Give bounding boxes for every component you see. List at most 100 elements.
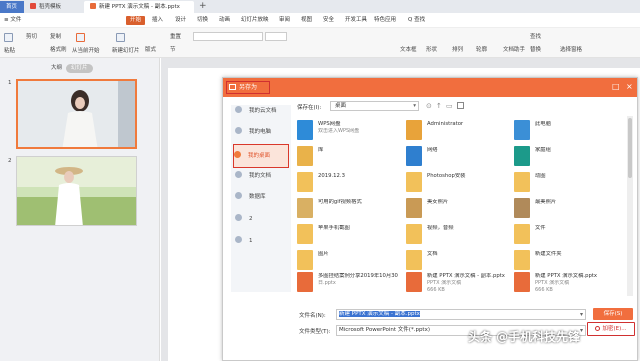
font-family-select[interactable]: [193, 32, 263, 41]
layout-button[interactable]: 版式: [145, 45, 156, 53]
pptx-file-icon: [297, 272, 313, 292]
file-item[interactable]: 新建 PPTX 演示文稿 - 副本.pptx PPTX 演示文稿 666 KB: [406, 270, 514, 296]
menu-file[interactable]: ≡ 文件: [4, 16, 21, 25]
menu-find[interactable]: Q 查找: [408, 16, 425, 25]
file-name: 动图: [535, 173, 546, 179]
format-painter-button[interactable]: 格式刷: [50, 45, 67, 53]
menu-insert[interactable]: 插入: [152, 16, 163, 25]
menu-home[interactable]: 开始: [126, 16, 146, 25]
documents-icon: [235, 171, 242, 178]
file-item[interactable]: 可用的gif视频格式: [297, 196, 405, 222]
file-type: PPTX 演示文稿: [427, 280, 462, 286]
file-item[interactable]: Photoshop安装: [406, 170, 514, 196]
slide-1-photo: [18, 81, 135, 147]
copy-button[interactable]: 复制: [50, 32, 61, 40]
file-item[interactable]: 文件: [514, 222, 622, 248]
file-name: 多图挂结案例分享2019年10月30: [318, 273, 398, 279]
file-item[interactable]: 多图挂结案例分享2019年10月30 日.pptx: [297, 270, 405, 296]
place-my-computer[interactable]: 我的电脑: [235, 126, 291, 138]
new-tab-button[interactable]: +: [199, 0, 207, 13]
font-size-select[interactable]: [265, 32, 287, 41]
place-cloud-docs[interactable]: 我的云文档: [235, 105, 291, 117]
file-item[interactable]: 网络: [406, 144, 514, 170]
filename-value: 新建 PPTX 演示文稿 - 副本.pptx: [339, 311, 420, 317]
file-item[interactable]: 动图: [514, 170, 622, 196]
menu-developer[interactable]: 开发工具: [345, 16, 367, 25]
place-folder-1[interactable]: 1: [235, 235, 291, 247]
file-name: 2019.12.3: [318, 173, 345, 179]
maximize-icon[interactable]: □: [612, 82, 620, 92]
textbox-button[interactable]: 文本框: [400, 45, 417, 53]
arrange-button[interactable]: 排列: [452, 45, 463, 53]
new-folder-icon[interactable]: ▭: [446, 102, 453, 110]
menu-transition[interactable]: 切换: [197, 16, 208, 25]
view-outline-tab[interactable]: 大纲: [46, 64, 67, 73]
doc-assistant-button[interactable]: 文档助手: [503, 45, 525, 53]
menu-design[interactable]: 设计: [175, 16, 186, 25]
file-item[interactable]: 视频，音频: [406, 222, 514, 248]
slide-thumbnail-2[interactable]: [16, 156, 137, 226]
file-name: 此电脑: [535, 121, 551, 127]
file-item[interactable]: Administrator: [406, 118, 514, 144]
menu-animation[interactable]: 动画: [219, 16, 230, 25]
save-in-select[interactable]: 桌面 ▾: [330, 101, 419, 111]
place-database[interactable]: 数据库: [235, 191, 291, 203]
tab-home[interactable]: 首页: [0, 1, 24, 13]
folder-icon: [297, 146, 313, 166]
place-desktop[interactable]: 我的桌面: [233, 144, 289, 168]
file-item[interactable]: 2019.12.3: [297, 170, 405, 196]
file-item[interactable]: WPS网盘 双击进入WPS网盘: [297, 118, 405, 144]
reset-button[interactable]: 重置: [170, 32, 181, 40]
file-type: PPTX 演示文稿: [535, 280, 570, 286]
file-item[interactable]: 此电脑: [514, 118, 622, 144]
filename-label: 文件名(N):: [299, 313, 326, 319]
wps-logo-icon: [229, 84, 236, 90]
save-button[interactable]: 保存(S): [593, 308, 633, 320]
file-item[interactable]: 新建 PPTX 演示文稿.pptx PPTX 演示文稿 666 KB: [514, 270, 622, 296]
file-item[interactable]: 最美照片: [514, 196, 622, 222]
selection-pane-button[interactable]: 选择窗格: [560, 45, 582, 53]
folder-icon: [297, 120, 313, 140]
tab-template[interactable]: 稻壳模板: [24, 1, 80, 13]
tab-document[interactable]: 新建 PPTX 演示文稿 - 副本.pptx: [84, 1, 194, 13]
menu-slideshow[interactable]: 幻灯片放映: [241, 16, 269, 25]
file-item[interactable]: 家庭组: [514, 144, 622, 170]
new-slide-button[interactable]: 新建幻灯片: [112, 46, 140, 54]
menu-review[interactable]: 审阅: [279, 16, 290, 25]
place-my-documents[interactable]: 我的文档: [235, 170, 291, 182]
shapes-button[interactable]: 形状: [426, 45, 437, 53]
save-as-dialog: 另存为 □ × 我的云文档 我的电脑 我的桌面 我的文档 数据库 2 1 保存在…: [222, 77, 638, 361]
section-button[interactable]: 节: [170, 45, 176, 53]
menu-features[interactable]: 特色应用: [374, 16, 396, 25]
view-slides-tab[interactable]: 幻灯片: [66, 64, 93, 73]
new-slide-icon[interactable]: [116, 33, 127, 42]
find-button[interactable]: 查找: [530, 32, 541, 40]
replace-button[interactable]: 替换: [530, 45, 541, 53]
outline-button[interactable]: 轮廓: [476, 45, 487, 53]
encrypt-button[interactable]: 加密(E)...: [587, 322, 635, 336]
file-name: Photoshop安装: [427, 173, 466, 179]
menu-view[interactable]: 视图: [301, 16, 312, 25]
file-item[interactable]: 苹果手机截图: [297, 222, 405, 248]
play-from-current-button[interactable]: 从当前开始: [72, 46, 100, 54]
folder-icon: [406, 224, 422, 244]
close-icon[interactable]: ×: [626, 82, 633, 92]
file-item[interactable]: 美女照片: [406, 196, 514, 222]
slide-thumbnail-1[interactable]: [16, 79, 137, 149]
place-folder-2[interactable]: 2: [235, 213, 291, 225]
filetype-label: 文件类型(T):: [299, 329, 331, 335]
menu-security[interactable]: 安全: [323, 16, 334, 25]
folder-icon: [406, 172, 422, 192]
paste-button[interactable]: [4, 33, 15, 42]
up-folder-icon[interactable]: ↑: [436, 102, 442, 110]
cut-button[interactable]: 剪切: [26, 32, 37, 40]
play-icon[interactable]: [76, 33, 87, 42]
file-type: 日.pptx: [318, 280, 336, 286]
scrollbar-thumb[interactable]: [628, 118, 632, 178]
back-icon[interactable]: ⊙: [426, 102, 432, 110]
filename-input[interactable]: 新建 PPTX 演示文稿 - 副本.pptx ▾: [336, 309, 586, 320]
file-name: 视频，音频: [427, 225, 454, 231]
file-item[interactable]: 库: [297, 144, 405, 170]
view-mode-icon[interactable]: [457, 102, 464, 109]
file-name: 图片: [318, 251, 329, 257]
